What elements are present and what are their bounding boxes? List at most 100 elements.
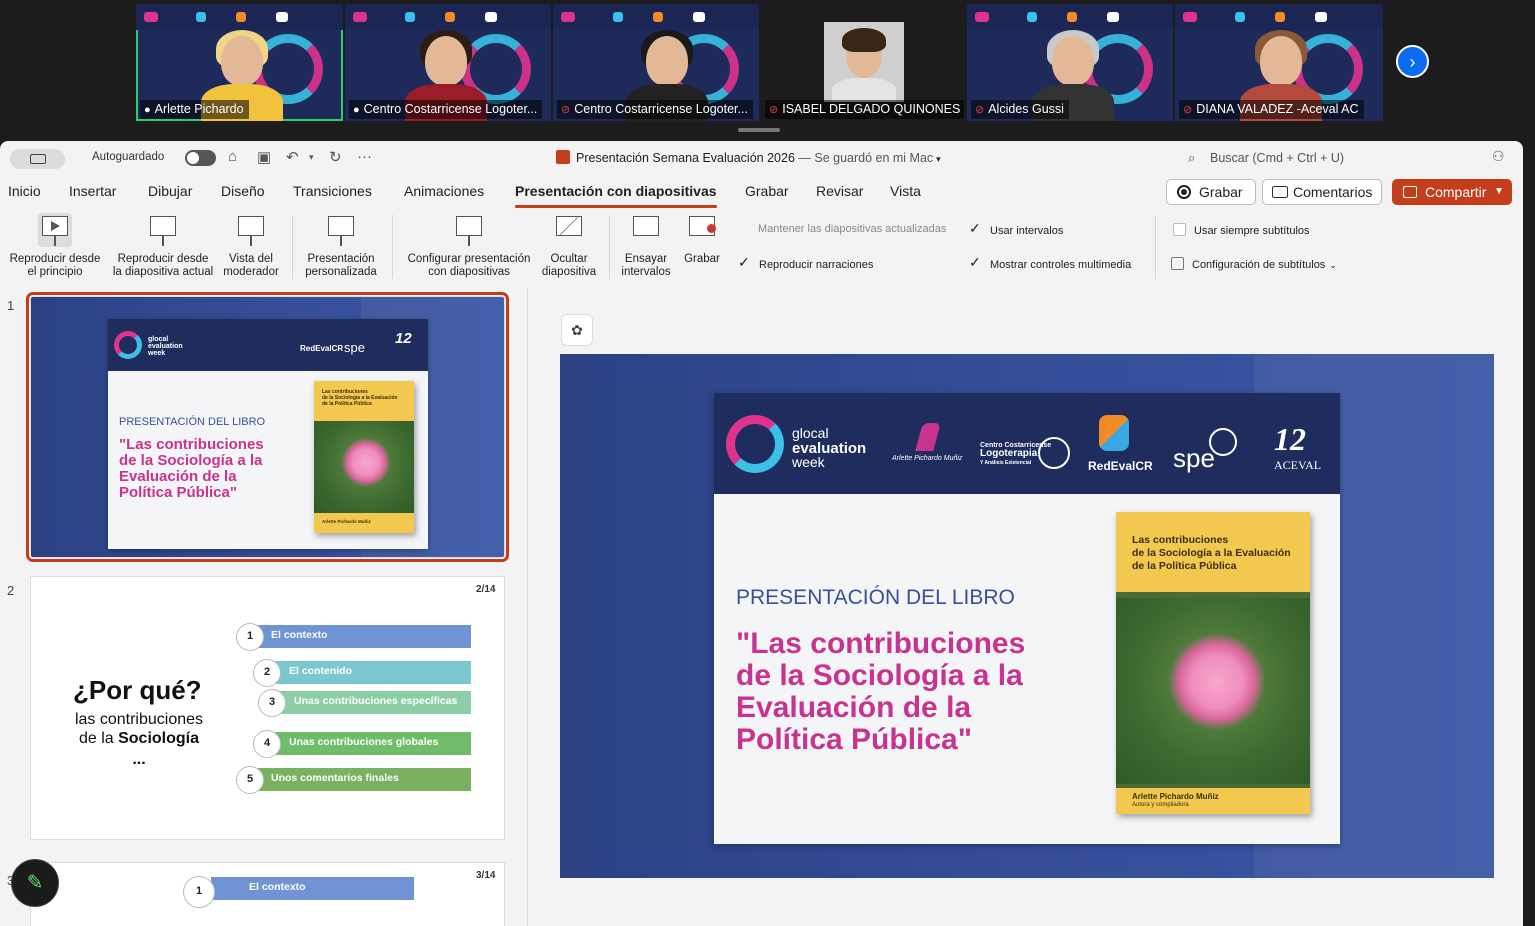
presenter-view-icon	[234, 213, 268, 247]
participant-name: ⊘ DIANA VALADEZ -Aceval AC	[1179, 100, 1364, 119]
use-timings-checkbox[interactable]: Usar intervalos	[969, 220, 1063, 237]
custom-show-button[interactable]: Presentación personalizada	[298, 213, 384, 279]
document-title[interactable]: Presentación Semana Evaluación 2026 — Se…	[556, 150, 941, 165]
redo-icon[interactable]: ↻	[329, 148, 342, 166]
search-placeholder: Buscar (Cmd + Ctrl + U)	[1210, 151, 1345, 165]
participant-tile[interactable]: ⊘ ISABEL DELGADO QUINONES	[761, 4, 964, 121]
agenda-number: 2	[253, 659, 281, 687]
always-subtitles-checkbox[interactable]: Usar siempre subtítulos	[1173, 223, 1310, 237]
agenda-number: 3	[258, 689, 286, 717]
participant-name: ⊘ Centro Costarricense Logoter...	[557, 100, 753, 119]
hide-slide-button[interactable]: Ocultar diapositiva	[538, 213, 600, 279]
chevron-right-icon[interactable]: ›	[1396, 45, 1429, 78]
slide-question: ¿Por qué?	[73, 675, 202, 705]
comments-button[interactable]: Comentarios	[1262, 179, 1382, 205]
check-icon	[969, 254, 982, 271]
slide-thumbnail-3[interactable]: 3/14 El contexto 1	[30, 862, 505, 926]
undo-dropdown-icon[interactable]: ▾	[309, 152, 314, 163]
logo-text: spe	[1173, 443, 1215, 473]
slide-number: 2	[7, 583, 15, 598]
logo-text: RedEvalCR	[300, 344, 344, 353]
participant-tile[interactable]: ⊘ DIANA VALADEZ -Aceval AC	[1175, 4, 1383, 121]
check-icon	[969, 220, 982, 237]
play-from-current-icon	[146, 213, 180, 247]
ribbon-commands: Reproducir desde el principio Reproducir…	[0, 209, 1523, 287]
tab-inicio[interactable]: Inicio	[8, 183, 41, 199]
setup-slideshow-button[interactable]: Configurar presentación con diapositivas	[400, 213, 538, 279]
more-icon[interactable]: ···	[357, 148, 372, 165]
share-button[interactable]: Compartir ▼	[1392, 179, 1512, 205]
participant-tile[interactable]: ⊘ Alcides Gussi	[967, 4, 1173, 121]
participant-name: ⊘ ISABEL DELGADO QUINONES	[765, 100, 964, 119]
button-label: Presentación	[307, 253, 375, 265]
comment-icon	[1272, 186, 1288, 198]
custom-show-icon	[324, 213, 358, 247]
participant-name: ● Arlette Pichardo	[140, 100, 249, 119]
book-cover: Las contribuciones de la Sociología a la …	[314, 381, 414, 533]
presenter-view-button[interactable]: Vista del moderador	[220, 213, 282, 279]
check-icon	[738, 254, 751, 271]
setup-slideshow-icon	[452, 213, 486, 247]
logos-header: glocal evaluation week Arlette Pichardo …	[714, 393, 1340, 494]
tab-insertar[interactable]: Insertar	[69, 183, 116, 199]
sidebar-toggle-button[interactable]	[10, 149, 65, 169]
button-label: Grabar	[684, 253, 720, 265]
undo-icon[interactable]: ↶	[286, 148, 299, 166]
record-button[interactable]: Grabar	[1166, 179, 1256, 205]
slide-editor: ✿ glocal evaluation week Arlette Pichard…	[529, 288, 1523, 926]
button-label: Ensayar	[624, 253, 668, 265]
tab-animaciones[interactable]: Animaciones	[404, 183, 484, 199]
button-label: intervalos	[621, 266, 671, 278]
slide-title: "Las contribuciones de la Sociología a la…	[736, 627, 1026, 756]
people-icon[interactable]: ⚇	[1492, 148, 1505, 165]
autosave-toggle[interactable]	[185, 150, 216, 166]
logo-text: glocal	[792, 425, 829, 441]
copilot-icon[interactable]: ✿	[561, 314, 593, 346]
logo-text: 12	[395, 330, 412, 347]
search-input[interactable]: ⌕ Buscar (Cmd + Ctrl + U)	[1180, 147, 1478, 169]
show-media-controls-checkbox[interactable]: Mostrar controles multimedia	[969, 254, 1131, 271]
slide-thumbnail-1[interactable]: glocal evaluation week RedEvalCR spe 12 PR…	[26, 292, 509, 562]
tab-transiciones[interactable]: Transiciones	[293, 183, 372, 199]
play-from-start-button[interactable]: Reproducir desde el principio	[6, 213, 104, 279]
play-narrations-checkbox[interactable]: Reproducir narraciones	[738, 254, 873, 271]
chevron-down-icon: ⌄	[1329, 260, 1337, 270]
option-label: Usar siempre subtítulos	[1194, 225, 1310, 237]
participant-tile[interactable]: ⊘ Centro Costarricense Logoter...	[553, 4, 759, 121]
checkbox-empty-icon	[1173, 223, 1186, 236]
play-from-current-button[interactable]: Reproducir desde la diapositiva actual	[108, 213, 218, 279]
annotate-pen-icon[interactable]: ✎	[11, 859, 59, 907]
powerpoint-window: Autoguardado ⌂ ▣ ↶ ▾ ↻ ··· Presentación …	[0, 141, 1523, 926]
logo-text: ACEVAL	[1274, 458, 1322, 472]
participant-tile[interactable]: ● Centro Costarricense Logoter...	[345, 4, 551, 121]
document-name: Presentación Semana Evaluación 2026	[576, 151, 795, 165]
subtitle-settings-dropdown[interactable]: Configuración de subtítulos ⌄	[1171, 257, 1337, 271]
tab-dibujar[interactable]: Dibujar	[148, 183, 192, 199]
logo-text: Arlette Pichardo Muñiz	[892, 455, 963, 462]
slide-card: glocal evaluation week RedEvalCR spe 12 PR…	[108, 319, 428, 549]
mic-icon: ●	[144, 104, 151, 116]
record-slideshow-button[interactable]: Grabar	[678, 213, 726, 266]
slide-thumbnail-2[interactable]: 2/14 ¿Por qué? las contribuciones de la …	[30, 576, 505, 840]
home-icon[interactable]: ⌂	[228, 148, 237, 165]
save-icon[interactable]: ▣	[257, 148, 271, 166]
current-slide[interactable]: glocal evaluation week Arlette Pichardo …	[560, 354, 1494, 878]
tab-diseno[interactable]: Diseño	[221, 183, 265, 199]
strip-resize-handle[interactable]	[738, 128, 780, 132]
participant-name: ⊘ Alcides Gussi	[971, 100, 1069, 119]
tab-grabar[interactable]: Grabar	[745, 183, 789, 199]
ribbon-separator	[1155, 215, 1156, 279]
tab-vista[interactable]: Vista	[890, 183, 921, 199]
agenda-bar: Unas contribuciones globales	[271, 732, 471, 755]
ribbon-separator	[392, 215, 393, 279]
tab-revisar[interactable]: Revisar	[816, 183, 863, 199]
rehearse-timings-button[interactable]: Ensayar intervalos	[616, 213, 676, 279]
slide-ellipsis: ...	[132, 751, 146, 768]
tab-presentacion-con-diapositivas[interactable]: Presentación con diapositivas	[515, 183, 717, 208]
button-label: Reproducir desde	[9, 253, 101, 265]
logos-header: glocal evaluation week RedEvalCR spe 12	[108, 319, 428, 371]
slide-subtitle: de la Sociología	[78, 730, 200, 747]
participant-tile[interactable]: ● Arlette Pichardo	[136, 4, 343, 121]
slide-kicker: PRESENTACIÓN DEL LIBRO	[119, 416, 266, 428]
title-bar: Autoguardado ⌂ ▣ ↶ ▾ ↻ ··· Presentación …	[0, 141, 1523, 175]
